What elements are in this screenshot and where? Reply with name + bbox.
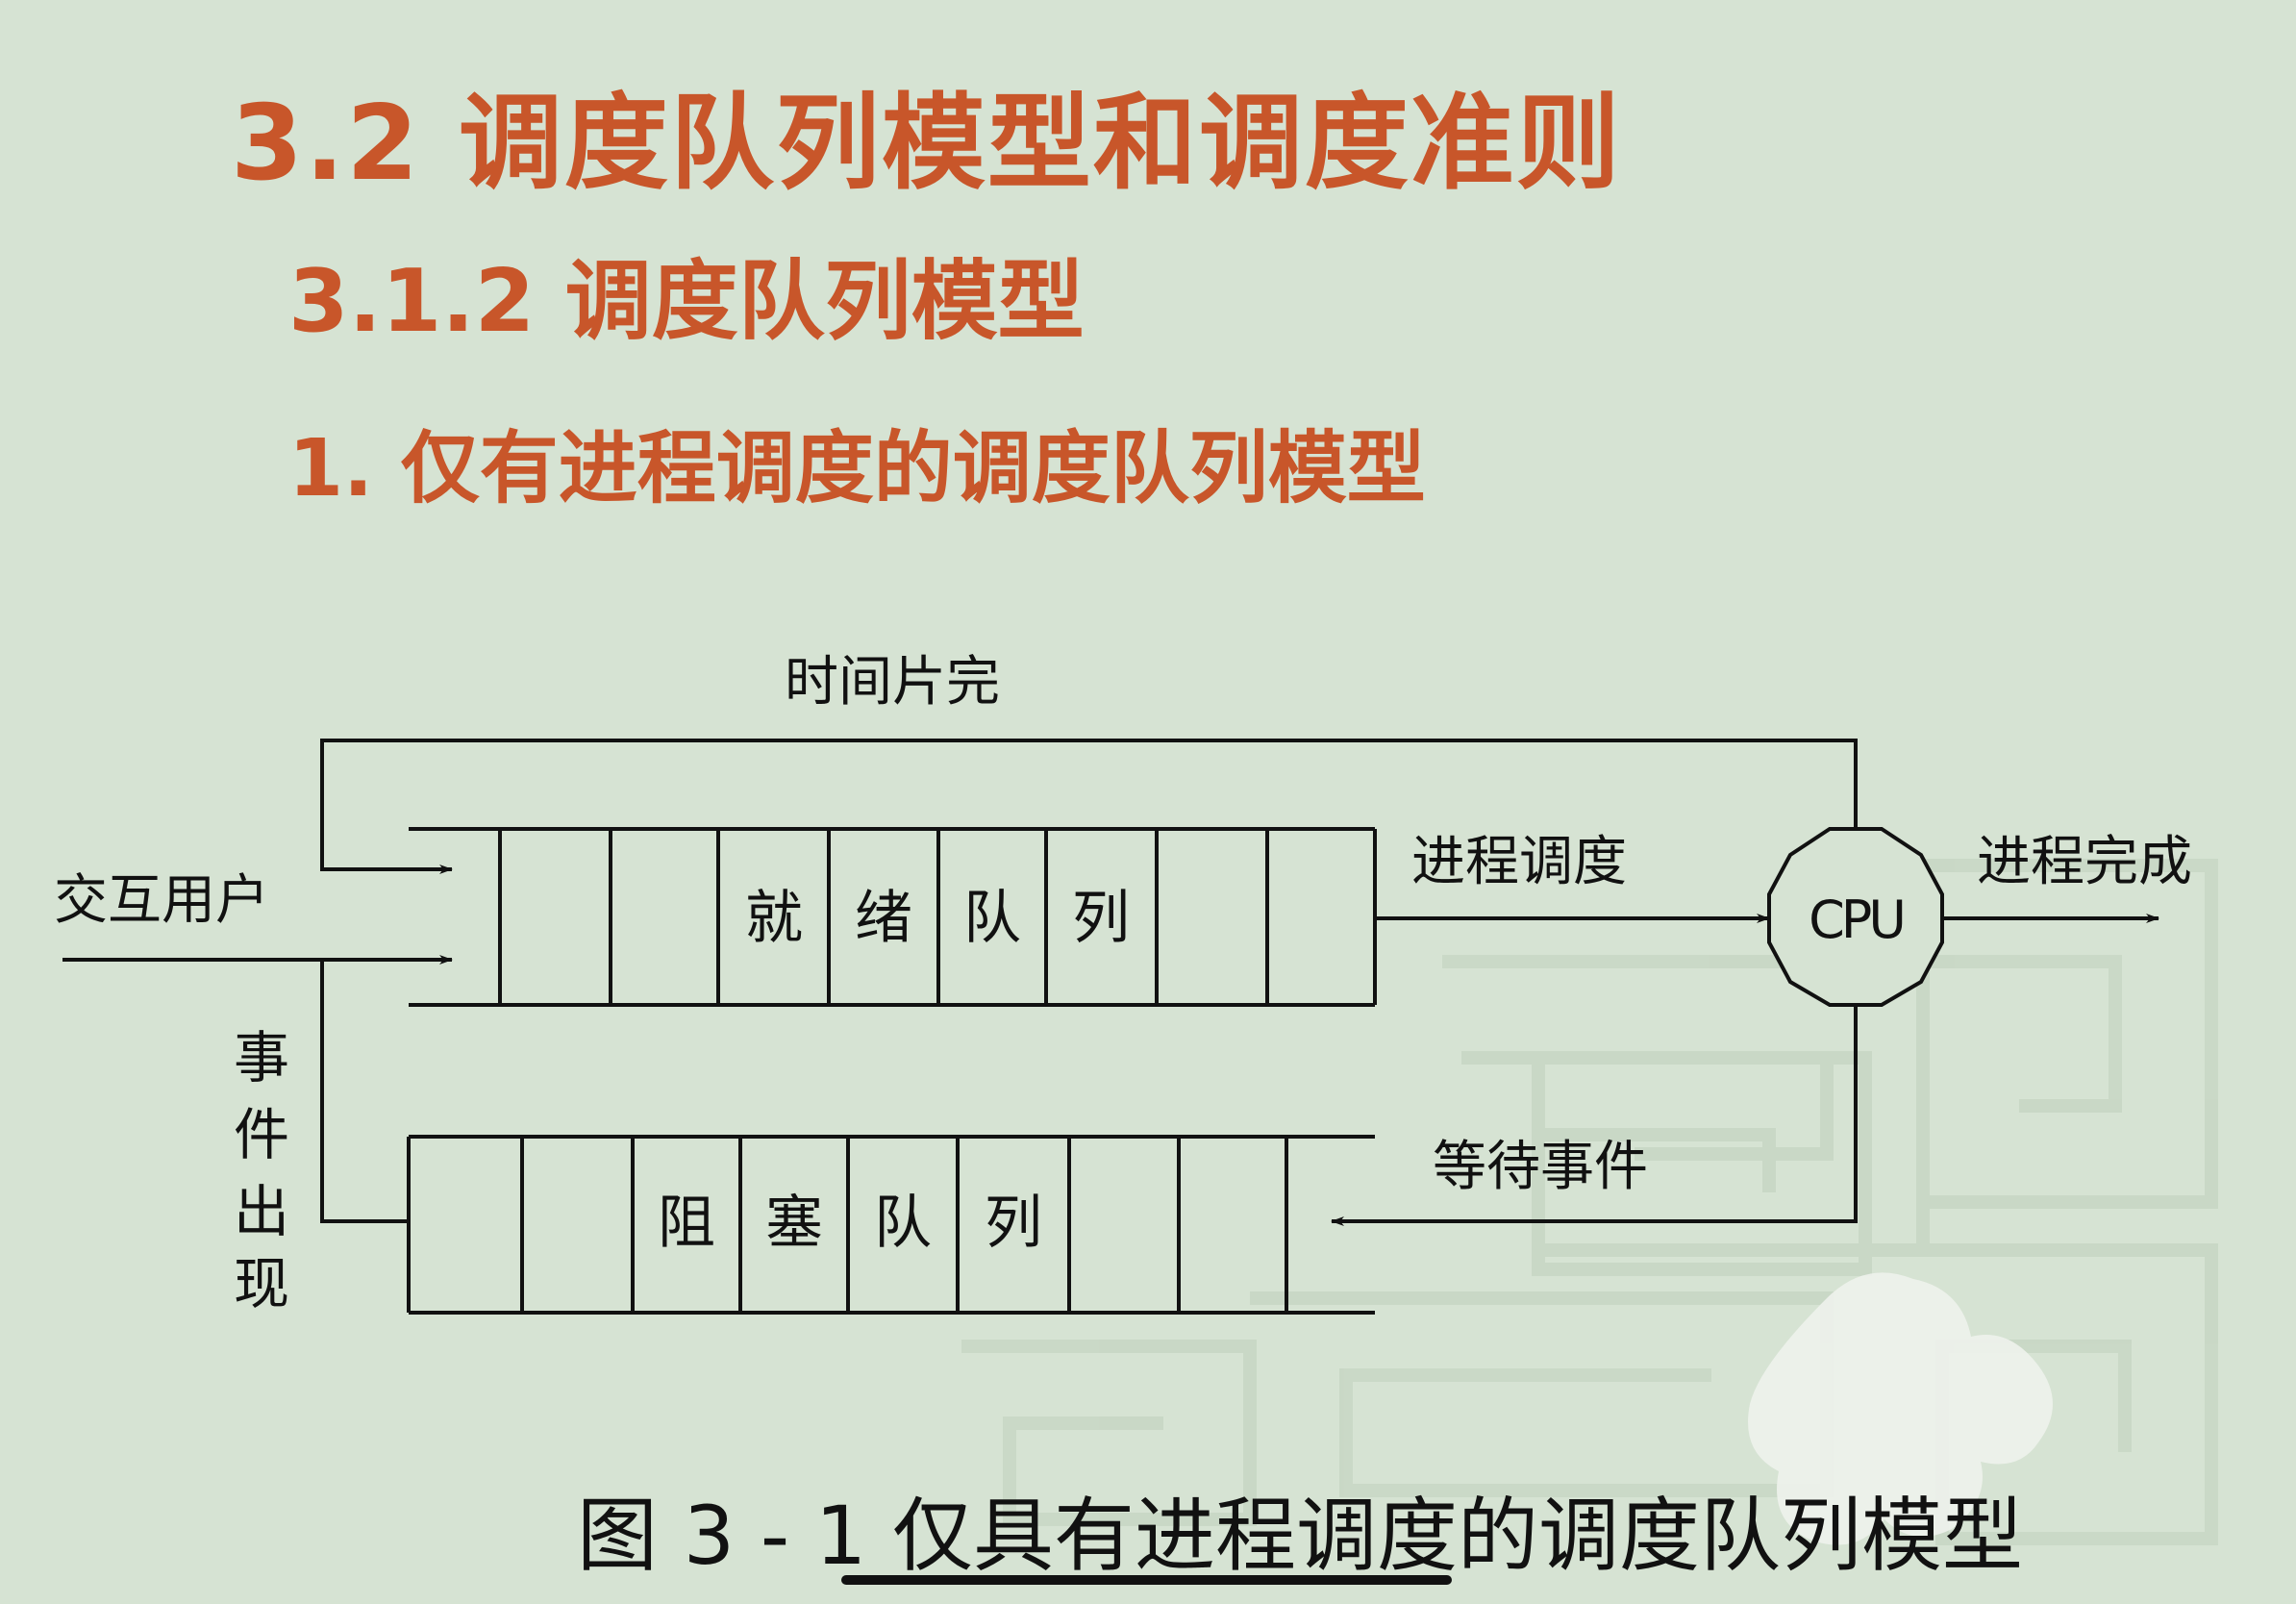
blocked-queue-label-char: 队 [874, 1190, 932, 1257]
event-occurs-char: 出 [234, 1179, 289, 1244]
event-occurs-line [320, 960, 409, 1223]
scheduling-queue-diagram: 时间片完 交互用户 进程调度 CPU 进程完成 等待事件 事 件 出 现 就 绪… [54, 651, 2192, 1316]
process-dispatch-label: 进程调度 [1411, 831, 1627, 893]
figure-caption: 图 3 - 1 仅具有进程调度的调度队列模型 [577, 1489, 2024, 1583]
ready-queue-label-char: 绪 [855, 885, 912, 952]
ready-queue-label-char: 队 [963, 885, 1021, 952]
event-occurs-char: 件 [234, 1102, 289, 1167]
interactive-user-label: 交互用户 [54, 869, 269, 932]
cpu-label: CPU [1809, 890, 1903, 950]
blocked-queue-label-char: 塞 [765, 1190, 823, 1257]
wait-event-label: 等待事件 [1433, 1136, 1648, 1198]
ready-queue-label-char: 就 [745, 885, 803, 952]
event-occurs-char: 事 [234, 1025, 289, 1090]
blocked-queue-label-char: 阻 [658, 1190, 715, 1257]
ready-queue-label-char: 列 [1072, 885, 1130, 952]
blocked-queue-label-char: 列 [985, 1190, 1042, 1257]
caption-underline [841, 1575, 1452, 1585]
time-slice-label: 时间片完 [785, 651, 1000, 714]
process-complete-label: 进程完成 [1977, 831, 2192, 893]
event-occurs-char: 现 [234, 1251, 289, 1316]
